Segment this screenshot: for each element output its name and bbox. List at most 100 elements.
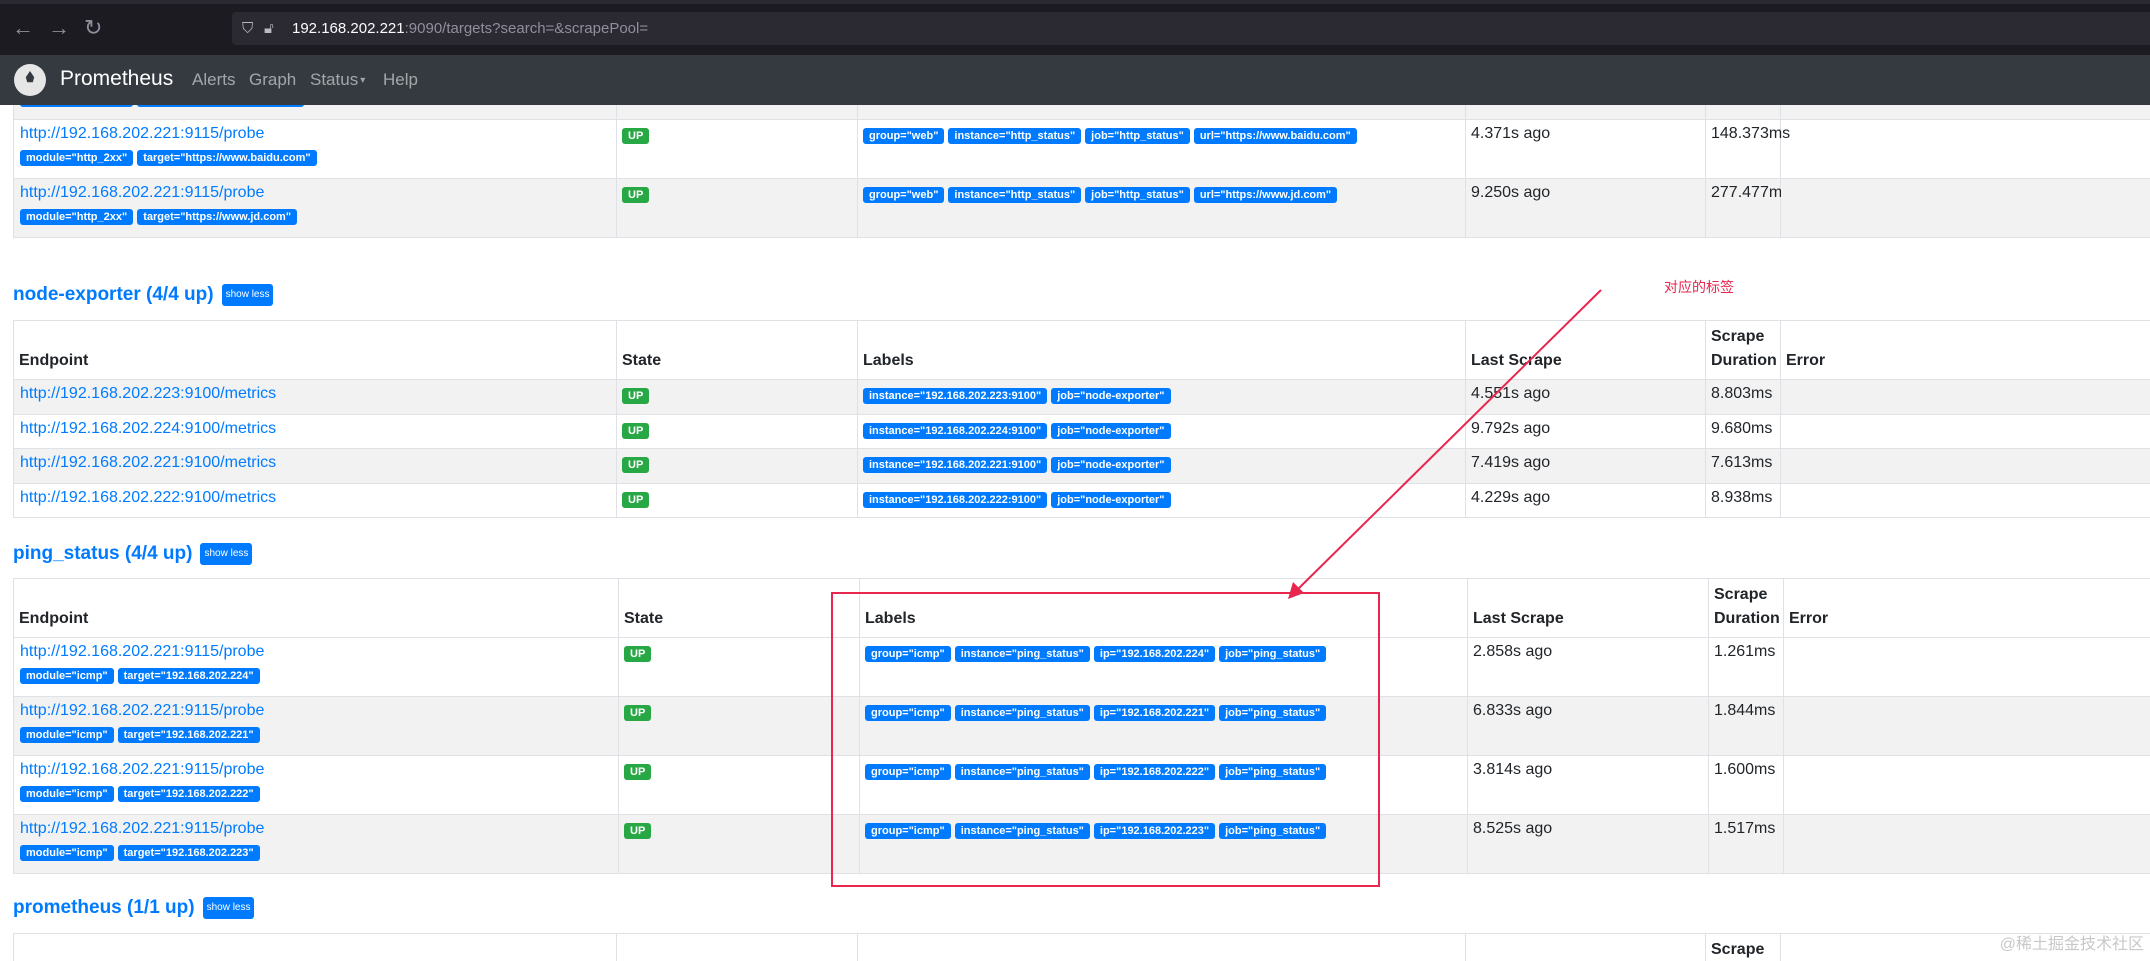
param-badge: module="http_2xx" [20,150,134,166]
param-badge: target="https://www.baidu.com" [137,150,317,166]
duration-text: 1.844ms [1714,702,1776,719]
back-icon[interactable]: ← [12,17,34,39]
col-duration: Duration [1711,352,1777,369]
reload-icon[interactable]: ↻ [84,17,102,39]
state-cell: UP [616,379,858,415]
duration-cell: 7.613ms [1705,448,1781,484]
last-scrape-cell: 3.814s ago [1467,755,1709,815]
table-row: http://192.168.202.221:9115/probe module=… [13,119,2150,179]
last-scrape-text: 8.525s ago [1473,820,1553,837]
scrape-params: module="http_2xx" target="https://www.bai… [14,148,616,166]
nav-status[interactable]: Status ▾ [310,69,365,92]
endpoint-link[interactable]: http://192.168.202.221:9100/metrics [14,452,616,474]
label-badge: job="http_status" [1085,128,1190,144]
nav-graph[interactable]: Graph [249,69,296,91]
endpoint-link[interactable]: http://192.168.202.223:9100/metrics [14,383,616,405]
param-badge: target="192.168.202.224" [117,668,260,684]
address-bar[interactable]: ⛉ 🔓︎ 192.168.202.221:9090/targets?search… [232,12,2150,45]
endpoint-cell: http://192.168.202.221:9115/probe module=… [13,637,619,697]
nav-help[interactable]: Help [383,69,418,91]
endpoint-link[interactable]: http://192.168.202.222:9100/metrics [14,487,616,509]
blackbox-table: http://192.168.202.221:9115/probe module=… [13,105,2150,238]
endpoint-link[interactable]: http://192.168.202.221:9115/probe [14,700,618,722]
col-scrape-duration: Scrape Duration [1705,320,1781,380]
state-cell: UP [618,637,860,697]
endpoint-cell: http://192.168.202.221:9115/probe module=… [13,755,619,815]
last-scrape-cell: 9.792s ago [1465,413,1706,449]
endpoint-link[interactable]: http://192.168.202.221:9115/probe [14,123,616,145]
endpoint-link[interactable]: http://192.168.202.221:9115/probe [14,182,616,204]
last-scrape-text: 3.814s ago [1473,761,1553,778]
endpoint-cell: http://192.168.202.221:9115/probe module=… [13,696,619,756]
table-row: http://192.168.202.221:9115/probemodule=… [13,105,2150,120]
forward-icon[interactable]: → [48,17,70,39]
endpoint-link[interactable]: http://192.168.202.221:9115/probe [14,818,618,840]
duration-cell: 8.938ms [1705,482,1781,518]
endpoint-link[interactable]: http://192.168.202.221:9115/probe [14,759,618,781]
job-title-text[interactable]: ping_status (4/4 up) [13,543,192,564]
job-title-node-exporter[interactable]: node-exporter (4/4 up) show less [13,282,274,308]
caret-down-icon: ▾ [360,74,366,86]
col-state: State [618,578,860,638]
show-less-button[interactable]: show less [200,542,253,565]
labels-cell: group="web"instance="http_status"job="ht… [857,119,1466,179]
col-scrape: Scrape [1711,941,1765,958]
watermark: @稀土掘金技术社区 [1999,936,2144,953]
col-scrape: Scrape [1714,586,1768,603]
annotation-highlight-box [831,592,1380,887]
label-badge: job="node-exporter" [1051,491,1171,508]
state-cell: UP [616,482,858,518]
prometheus-logo-icon[interactable] [14,64,46,96]
param-badge: module="http_2xx" [20,209,134,225]
app-navbar: Prometheus Alerts Graph Status ▾ Help [0,55,2150,105]
shield-icon: ⛉ [242,20,254,37]
node-exporter-table: Endpoint State Labels Last Scrape Scrape… [13,320,2150,518]
job-title-text[interactable]: node-exporter (4/4 up) [13,284,214,305]
error-cell [1780,119,2150,179]
endpoint-link[interactable]: http://192.168.202.224:9100/metrics [14,418,616,440]
state-cell: UP [616,105,858,120]
show-less-button[interactable]: show less [202,896,255,919]
label-badge: url="https://www.jd.com" [1193,187,1338,203]
col-scrape: Scrape [1711,328,1765,345]
duration-cell: 8.803ms [1705,379,1781,415]
scrape-params: module="icmp" target="192.168.202.224" [14,666,618,684]
labels-cell: group="web"instance="http_status"job="ht… [857,178,1466,238]
nav-alerts[interactable]: Alerts [192,69,235,91]
error-cell [1780,482,2150,518]
browser-toolbar: ← → ↻ ⛉ 🔓︎ 192.168.202.221:9090/targets?… [0,0,2150,55]
last-scrape-text: 4.371s ago [1471,125,1551,142]
state-cell: UP [618,696,860,756]
job-title-ping-status[interactable]: ping_status (4/4 up) show less [13,541,253,567]
col-last-scrape [1465,933,1706,961]
last-scrape-text: 7.419s ago [1471,454,1551,471]
state-up-badge: UP [622,128,650,144]
col-endpoint [13,933,617,961]
url-path: :9090/targets?search=&scrapePool= [404,20,649,37]
show-less-button[interactable]: show less [221,283,274,306]
duration-cell: 1.517ms [1708,814,1784,874]
duration-text: 7.613ms [1711,454,1773,471]
labels-cell: instance="192.168.202.222:9100" job="node… [857,482,1466,518]
label-badge: instance="http_status" [948,187,1082,203]
col-endpoint: Endpoint [13,320,617,380]
state-up-badge: UP [622,388,650,404]
param-badge: target="https://www.jd.com" [137,209,298,225]
job-title-prometheus[interactable]: prometheus (1/1 up) show less [13,895,255,921]
last-scrape-text: 9.250s ago [1471,184,1551,201]
job-title-text[interactable]: prometheus (1/1 up) [13,897,195,918]
brand-link[interactable]: Prometheus [60,64,173,94]
label-badge: url="https://www.baidu.com" [1193,128,1357,144]
labels-cell: instance="192.168.202.224:9100" job="node… [857,413,1466,449]
duration-cell: 1.600ms [1708,755,1784,815]
duration-text: 148.373ms [1711,125,1791,142]
label-badge: instance="192.168.202.222:9100" [863,491,1048,508]
state-up-badge: UP [624,705,652,721]
endpoint-link[interactable]: http://192.168.202.221:9115/probe [14,641,618,663]
label-badge: group="web" [863,187,945,203]
endpoint-cell: http://192.168.202.221:9115/probe module=… [13,814,619,874]
table-row: http://192.168.202.221:9100/metrics UP ins… [13,448,2150,484]
label-badge: instance="192.168.202.223:9100" [863,388,1048,404]
last-scrape-cell: 4.551s ago [1465,379,1706,415]
label-badge: instance="192.168.202.224:9100" [863,422,1048,439]
